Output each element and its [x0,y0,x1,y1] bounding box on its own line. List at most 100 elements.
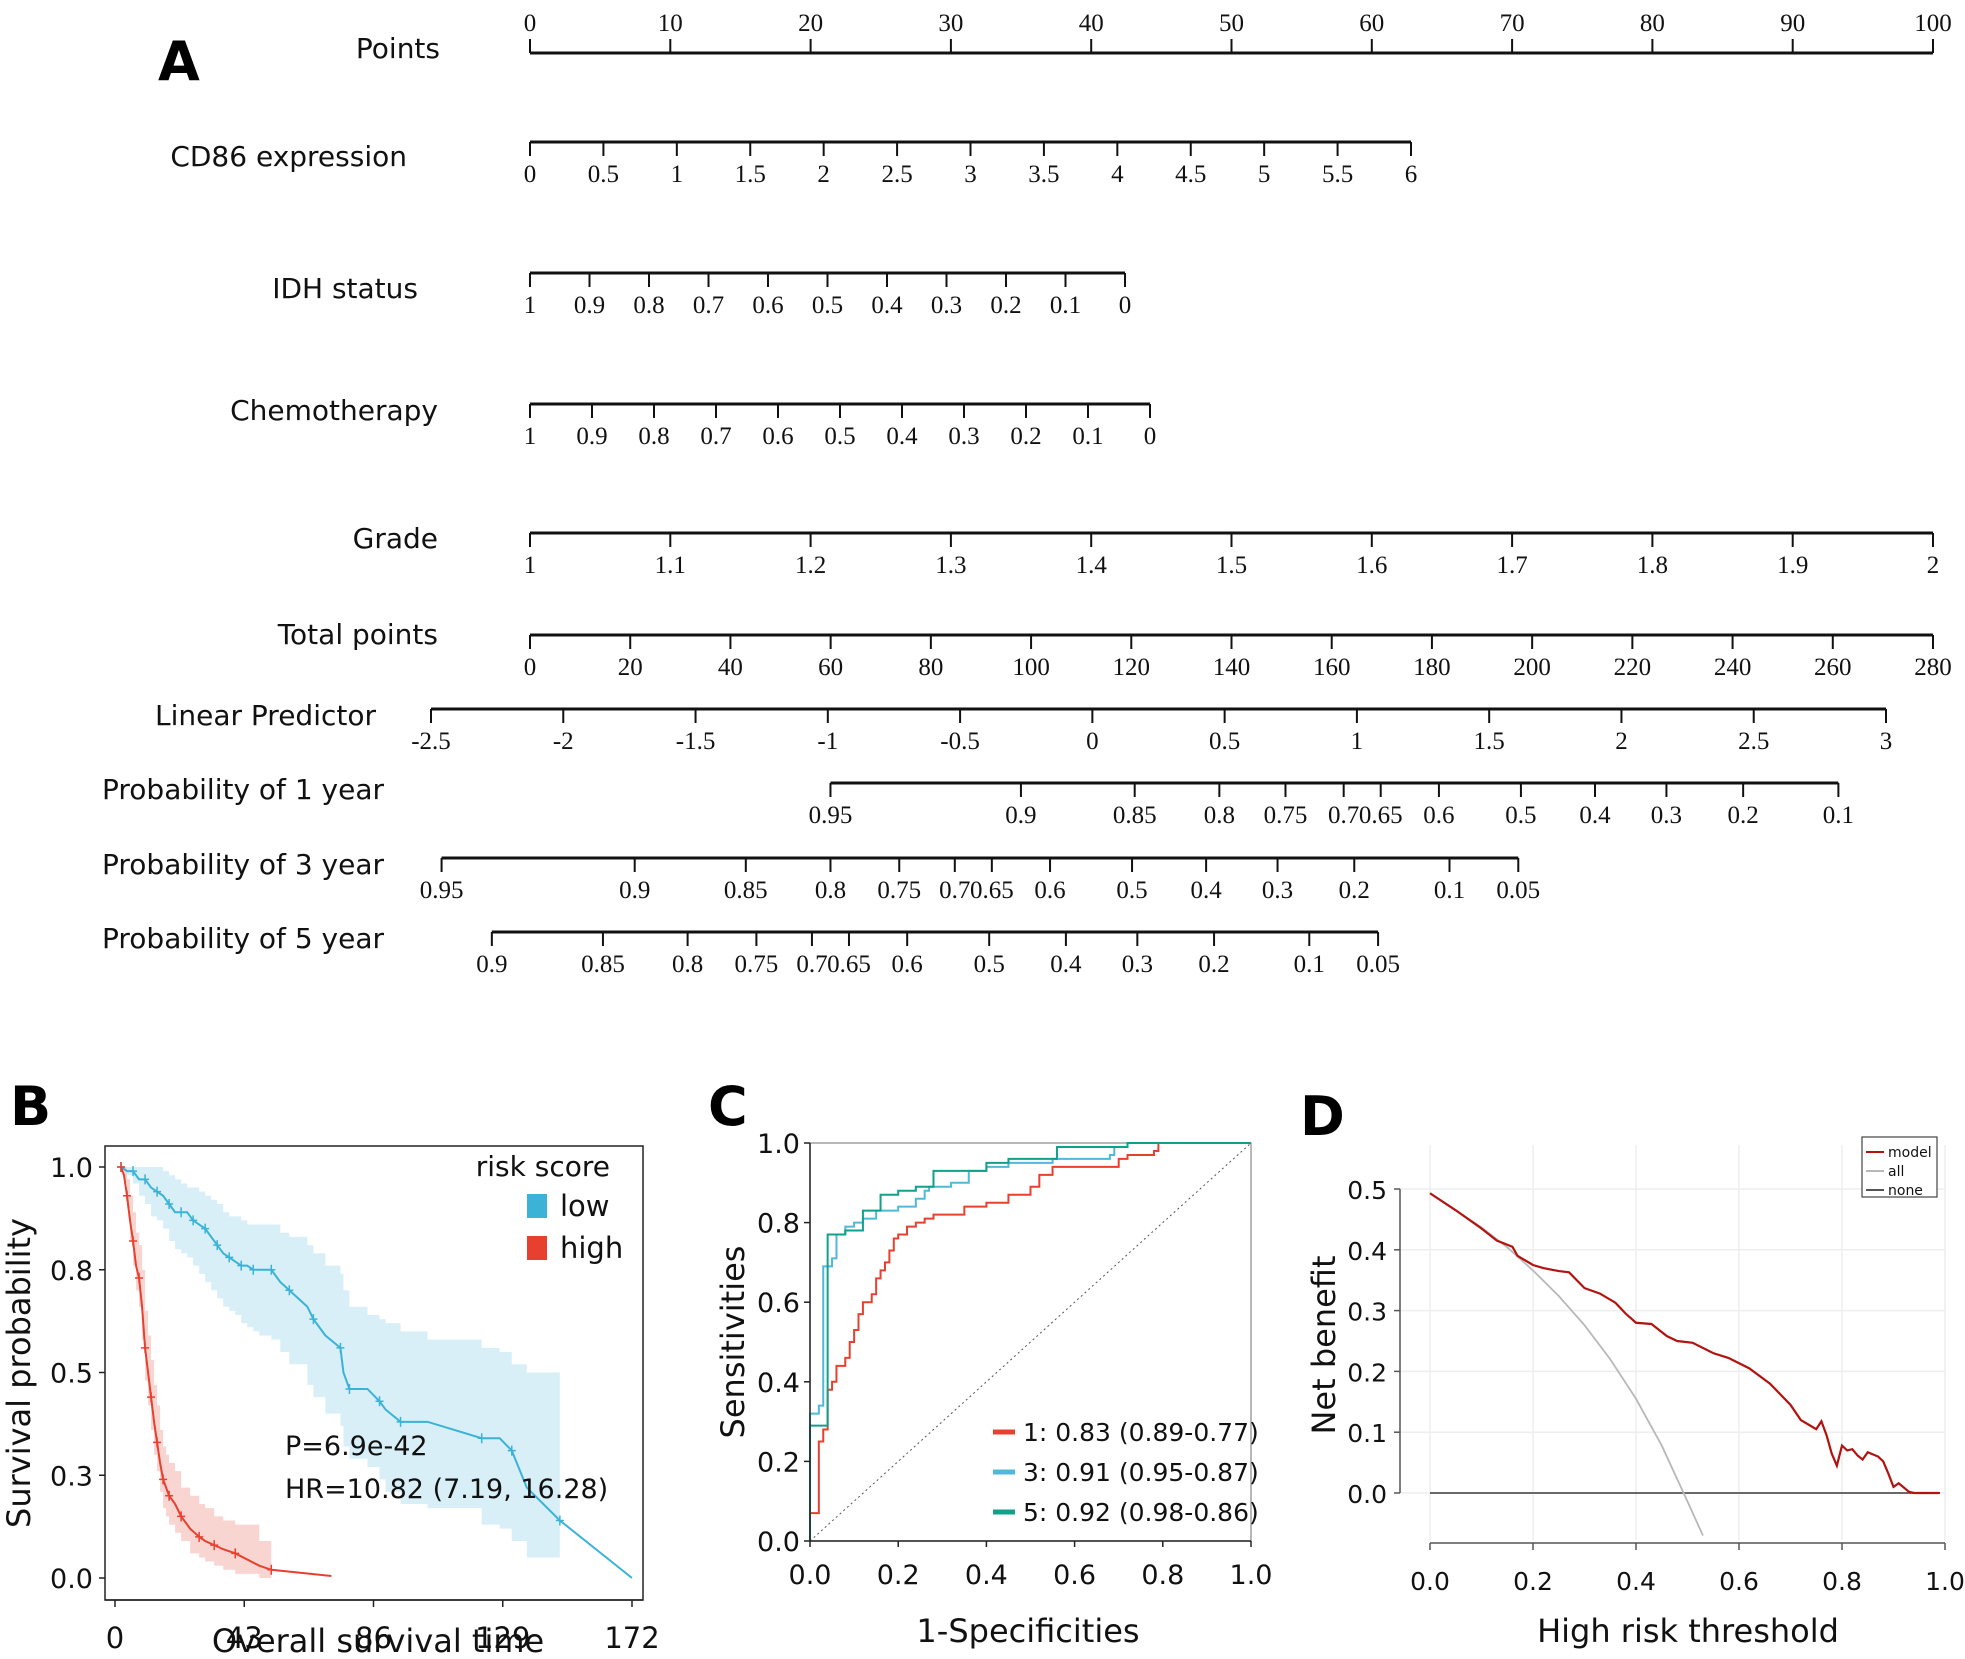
tick-label: 0.6 [752,292,783,319]
tick-label: 0.5 [588,161,619,188]
x-tick-label: 0.2 [1513,1567,1553,1596]
y-tick-label: 0.4 [1347,1237,1387,1266]
x-axis-label: Overall survival time [212,1622,544,1659]
y-tick-label: 0.3 [1347,1298,1387,1327]
tick-label: 2.5 [881,161,912,188]
tick-label: 0.9 [576,423,607,450]
tick-label: 100 [1012,654,1050,681]
tick-label: 1.7 [1496,552,1527,579]
y-tick-label: 0.8 [50,1256,93,1287]
tick-label: 0 [1119,292,1132,319]
row-label: Points [356,32,440,65]
tick-label: 40 [718,654,743,681]
tick-label: 0.3 [948,423,979,450]
tick-label: 70 [1500,10,1525,37]
y-tick-label: 0.0 [757,1527,800,1558]
tick-label: 0.9 [1005,802,1036,829]
tick-label: 0.8 [1204,802,1235,829]
x-tick-label: 0 [106,1621,124,1655]
tick-label: 80 [1640,10,1665,37]
x-tick-label: 0.6 [1053,1560,1096,1591]
tick-label: 0.3 [1122,951,1153,978]
nomogram-row-total-points: Total points 0 20 40 60 80 100 120 140 160 180 200 2… [277,618,1952,681]
row-label: CD86 expression [170,140,407,173]
tick-label: 1 [524,552,537,579]
legend-title: risk score [476,1150,610,1183]
tick-label: 0.95 [420,877,464,904]
censor-mark [117,1162,126,1172]
x-tick-label: 0.0 [1410,1567,1450,1596]
tick-label: 220 [1614,654,1652,681]
tick-label: 0.65 [827,951,871,978]
tick-label: -1 [817,728,838,755]
tick-label: 0.6 [892,951,923,978]
tick-label: 60 [1359,10,1384,37]
tick-label: 1 [524,292,537,319]
tick-label: 1.5 [735,161,766,188]
y-tick-label: 0.1 [1347,1419,1387,1448]
tick-label: 180 [1413,654,1451,681]
y-tick-label: 0.0 [1347,1480,1387,1509]
tick-label: 0.6 [762,423,793,450]
tick-label: -2.5 [411,728,451,755]
y-axis-label: Net benefit [1305,1255,1343,1434]
tick-label: 30 [938,10,963,37]
y-tick-label: 0.0 [50,1564,93,1595]
tick-label: 280 [1914,654,1952,681]
kaplan-meier-panel: B 0 43 86 129 1720.00.30.50.81.0Overall surv… [0,1075,660,1659]
legend-label: model [1888,1145,1932,1161]
x-tick-label: 0.6 [1719,1567,1759,1596]
tick-label: 260 [1814,654,1852,681]
tick-label: -1.5 [676,728,716,755]
tick-label: -2 [553,728,574,755]
tick-label: 40 [1079,10,1104,37]
row-label: Probability of 5 year [102,922,384,955]
nomogram-row-points: Points 0 10 20 30 40 50 60 70 80 90 100 [356,10,1952,65]
tick-label: 120 [1113,654,1151,681]
tick-label: 3 [964,161,977,188]
tick-label: 0.8 [815,877,846,904]
p-value-annotation: P=6.9e-42 [285,1431,428,1462]
tick-label: 1.5 [1216,552,1247,579]
nomogram-row-linear-predictor: Linear Predictor -2.5 -2 -1.5 -1 -0.5 0 0.5 1 1.5… [155,699,1892,755]
panel-label-c: C [708,1075,748,1138]
tick-label: 1.8 [1637,552,1668,579]
row-label: Chemotherapy [230,394,438,427]
tick-label: 0.7 [700,423,731,450]
figure: A Points0 10 20 30 40 50 60 70 80 90 100CD86 expre… [0,10,1965,1659]
tick-label: 0.05 [1356,951,1400,978]
tick-label: 0.4 [1579,802,1611,829]
tick-label: 90 [1780,10,1805,37]
x-tick-label: 0.8 [1141,1560,1184,1591]
y-tick-label: 0.6 [757,1288,800,1319]
x-tick-label: 172 [604,1621,659,1655]
tick-label: 0.4 [871,292,903,319]
y-tick-label: 0.5 [1347,1176,1387,1205]
tick-label: 80 [918,654,943,681]
tick-label: 0 [1144,423,1157,450]
tick-label: 50 [1219,10,1244,37]
tick-label: 0.65 [1359,802,1403,829]
nomogram-row-grade: Grade 1 1.1 1.2 1.3 1.4 1.5 1.6 1.7 1.8 1.9 2 [353,522,1940,579]
tick-label: 0.8 [672,951,703,978]
x-tick-label: 0.4 [1616,1567,1656,1596]
tick-label: 1.1 [655,552,686,579]
y-tick-label: 0.4 [757,1368,800,1399]
legend-label: all [1888,1164,1904,1180]
tick-label: 0.05 [1496,877,1540,904]
tick-label: 200 [1513,654,1551,681]
tick-label: 0.5 [1209,728,1240,755]
tick-label: 0.2 [1198,951,1229,978]
panel-label-b: B [10,1075,51,1138]
tick-label: 0.7 [1328,802,1359,829]
tick-label: 0.2 [1339,877,1370,904]
tick-label: 0.75 [1264,802,1308,829]
tick-label: 0.4 [886,423,918,450]
tick-label: 0.2 [1010,423,1041,450]
tick-label: 2 [1927,552,1940,579]
tick-label: 100 [1914,10,1952,37]
tick-label: 4 [1111,161,1124,188]
tick-label: 0.9 [619,877,650,904]
tick-label: 0.7 [939,877,970,904]
tick-label: 0.1 [1050,292,1081,319]
